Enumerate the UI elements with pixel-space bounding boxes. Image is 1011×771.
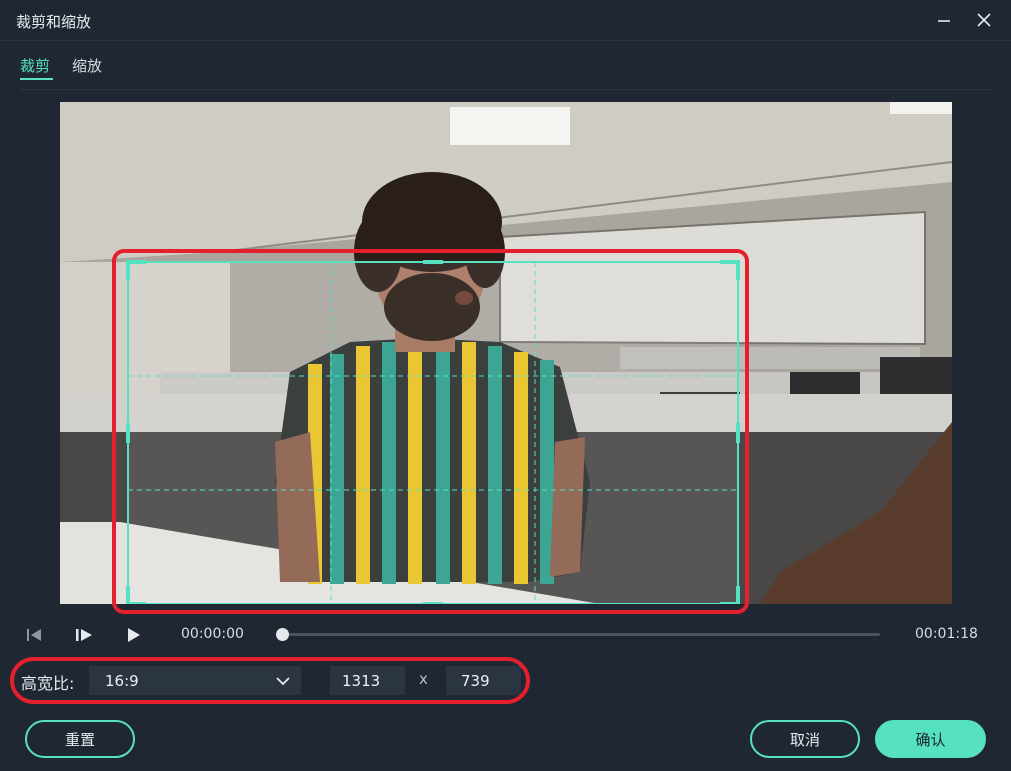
cancel-button[interactable]: 取消 bbox=[750, 720, 860, 758]
timeline-track[interactable] bbox=[286, 633, 880, 636]
next-frame-icon[interactable] bbox=[75, 627, 93, 647]
ratio-row-highlight bbox=[10, 657, 530, 704]
title-bar: 裁剪和缩放 bbox=[0, 0, 1011, 40]
tab-crop[interactable]: 裁剪 bbox=[20, 55, 50, 76]
reset-button[interactable]: 重置 bbox=[25, 720, 135, 758]
confirm-button[interactable]: 确认 bbox=[875, 720, 986, 758]
timeline-scrubber[interactable] bbox=[276, 628, 289, 641]
play-icon[interactable] bbox=[126, 627, 142, 647]
total-time: 00:01:18 bbox=[915, 626, 978, 642]
current-time: 00:00:00 bbox=[181, 626, 244, 642]
tabs-divider bbox=[20, 89, 991, 90]
crop-highlight bbox=[112, 249, 749, 614]
prev-frame-icon[interactable] bbox=[26, 627, 44, 647]
close-icon[interactable] bbox=[972, 8, 996, 32]
tab-zoom[interactable]: 缩放 bbox=[72, 55, 102, 76]
active-tab-indicator bbox=[20, 78, 53, 80]
window-title: 裁剪和缩放 bbox=[16, 13, 92, 31]
minimize-icon[interactable] bbox=[932, 8, 956, 32]
title-divider bbox=[0, 40, 1011, 41]
